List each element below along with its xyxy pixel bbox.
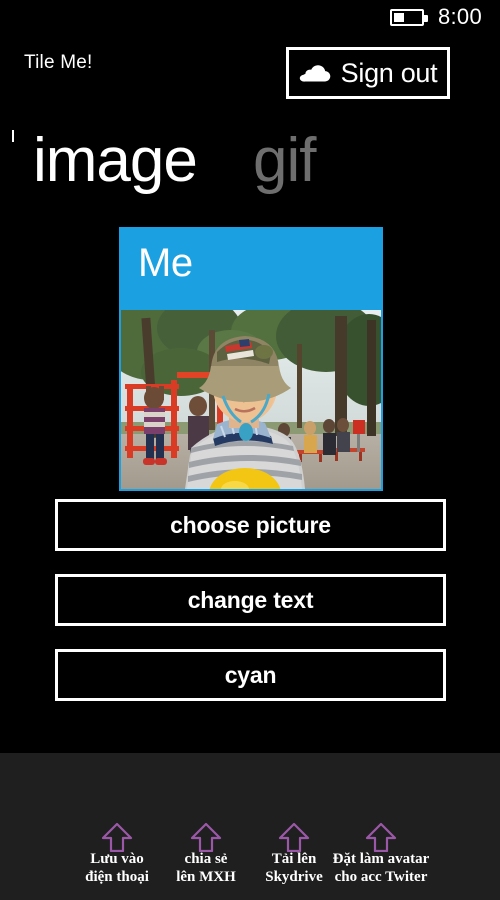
pivot-item-image[interactable]: image (33, 118, 198, 204)
change-text-button[interactable]: change text (55, 574, 446, 626)
cloud-icon (299, 61, 333, 85)
choose-picture-button[interactable]: choose picture (55, 499, 446, 551)
tile-photo (121, 310, 381, 489)
annotation-arrow-twitter (364, 822, 398, 852)
battery-fill (393, 12, 404, 22)
sign-out-button[interactable]: Sign out (286, 47, 450, 99)
annotation-arrow-share (189, 822, 223, 852)
annotation-line: Đặt làm avatar (332, 851, 430, 867)
tile-preview[interactable]: Me (119, 227, 383, 491)
color-label: cyan (224, 661, 277, 688)
status-bar: 8:00 (0, 0, 500, 34)
battery-icon (389, 8, 428, 26)
page-title: Tile Me! (24, 52, 93, 73)
annotation-label-twitter: Đặt làm avatar cho acc Twiter (311, 850, 451, 886)
color-button[interactable]: cyan (55, 649, 446, 701)
status-clock: 8:00 (437, 4, 482, 29)
annotation-line: cho acc Twiter (334, 869, 428, 885)
sign-out-label: Sign out (340, 57, 438, 88)
phone-screen: 8:00 Tile Me! Sign out image gif Me choo… (0, 0, 500, 900)
pivot-previous-stub (12, 130, 14, 142)
pivot-header: image gif (0, 118, 500, 204)
annotation-arrow-save (100, 822, 134, 852)
app-title-row: Tile Me! Sign out (0, 40, 500, 108)
annotation-arrow-upload (277, 822, 311, 852)
choose-picture-label: choose picture (170, 511, 331, 538)
tile-title-text: Me (138, 241, 193, 285)
pivot-item-gif[interactable]: gif (253, 118, 316, 204)
change-text-label: change text (187, 586, 314, 613)
